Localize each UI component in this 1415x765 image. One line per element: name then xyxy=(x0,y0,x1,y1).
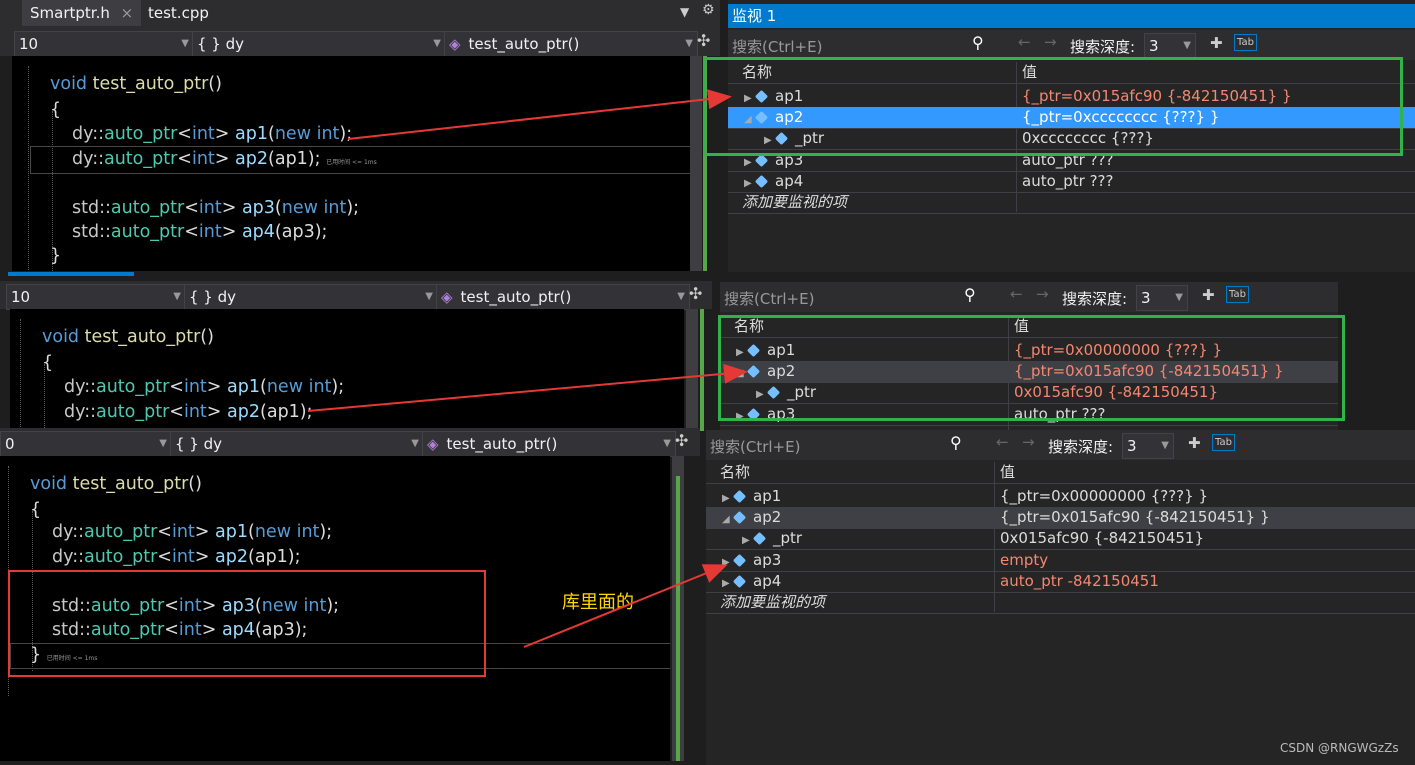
arrow-to-ap3 xyxy=(523,564,728,648)
watermark: CSDN @RNGWGzZs xyxy=(1280,741,1399,755)
arrow-to-ap2 xyxy=(307,363,748,412)
arrow-to-ap1 xyxy=(347,89,732,140)
annotation-arrows xyxy=(307,89,748,648)
